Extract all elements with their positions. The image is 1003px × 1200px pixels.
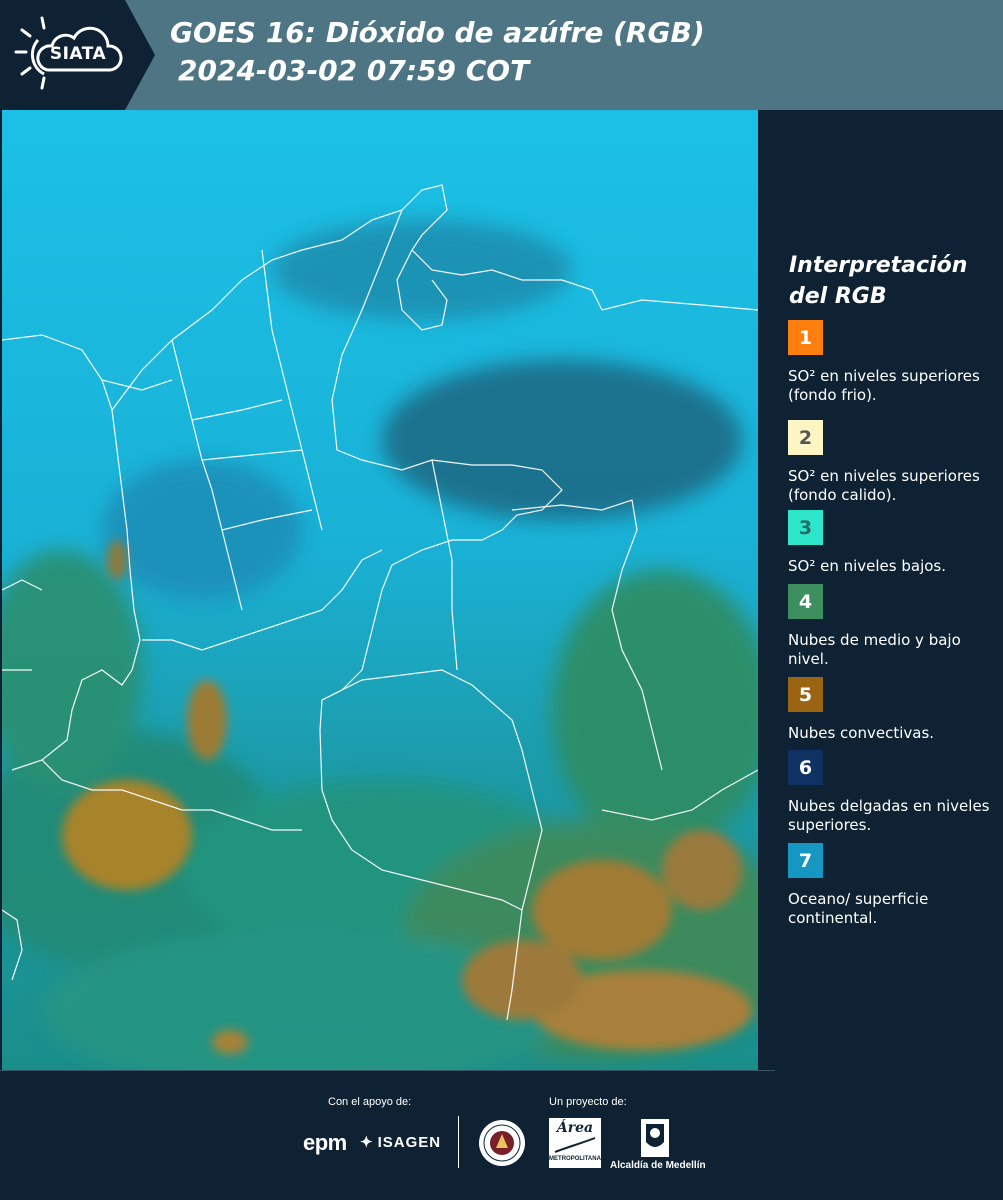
siata-logo: SIATA — [0, 0, 155, 110]
legend-item-2: 2 SO² en niveles superiores (fondo calid… — [788, 420, 993, 505]
page-title: GOES 16: Dióxido de azúfre (RGB) — [170, 16, 705, 49]
legend-item-6: 6 Nubes delgadas en niveles superiores. — [788, 750, 993, 835]
legend-item-3: 3 SO² en niveles bajos. — [788, 510, 993, 576]
legend-text-1: SO² en niveles superiores (fondo frio). — [788, 367, 980, 404]
legend-swatch-4: 4 — [788, 584, 823, 619]
legend-swatch-1: 1 — [788, 320, 823, 355]
legend-item-4: 4 Nubes de medio y bajo nivel. — [788, 584, 993, 669]
alcaldia-text: Alcaldía de Medellín — [610, 1160, 706, 1171]
legend-text-4: Nubes de medio y bajo nivel. — [788, 631, 961, 668]
satellite-image — [2, 110, 758, 1070]
timestamp: 2024-03-02 07:59 COT — [178, 54, 530, 87]
legend-swatch-2: 2 — [788, 420, 823, 455]
isagen-logo: ✦ ISAGEN — [360, 1133, 442, 1152]
alcaldia-shield-icon — [641, 1119, 669, 1157]
legend-text-7: Oceano/ superficie continental. — [788, 890, 929, 927]
legend-panel: Interpretación del RGB 1 SO² en niveles … — [762, 110, 1003, 1070]
legend-text-3: SO² en niveles bajos. — [788, 557, 947, 575]
area-logo-subtext: METROPOLITANA — [549, 1156, 601, 1162]
header-bar: SIATA GOES 16: Dióxido de azúfre (RGB) 2… — [0, 0, 1003, 110]
legend-heading: Interpretación del RGB — [789, 253, 968, 309]
epm-logo: epm — [303, 1130, 347, 1155]
area-logo-text: Área — [556, 1120, 594, 1136]
legend-swatch-3: 3 — [788, 510, 823, 545]
support-label: Con el apoyo de: — [328, 1096, 412, 1108]
medellin-seal-icon — [479, 1120, 525, 1166]
legend-swatch-5: 5 — [788, 677, 823, 712]
logo-text: SIATA — [49, 44, 107, 64]
satellite-map — [2, 110, 758, 1070]
footer: Con el apoyo de: Un proyecto de: epm ✦ I… — [0, 1070, 1003, 1200]
isagen-label: ISAGEN — [377, 1133, 442, 1151]
isagen-icon: ✦ — [360, 1134, 374, 1151]
legend-text-2: SO² en niveles superiores (fondo calido)… — [788, 467, 980, 504]
legend-text-5: Nubes convectivas. — [788, 724, 935, 742]
legend-item-5: 5 Nubes convectivas. — [788, 677, 993, 743]
legend-swatch-6: 6 — [788, 750, 823, 785]
legend-item-7: 7 Oceano/ superficie continental. — [788, 843, 993, 928]
project-label: Un proyecto de: — [549, 1096, 627, 1108]
footer-vertical-divider — [458, 1116, 459, 1168]
legend-item-1: 1 SO² en niveles superiores (fondo frio)… — [788, 320, 993, 405]
legend-swatch-7: 7 — [788, 843, 823, 878]
legend-text-6: Nubes delgadas en niveles superiores. — [788, 797, 990, 834]
footer-divider-line — [0, 1070, 775, 1071]
